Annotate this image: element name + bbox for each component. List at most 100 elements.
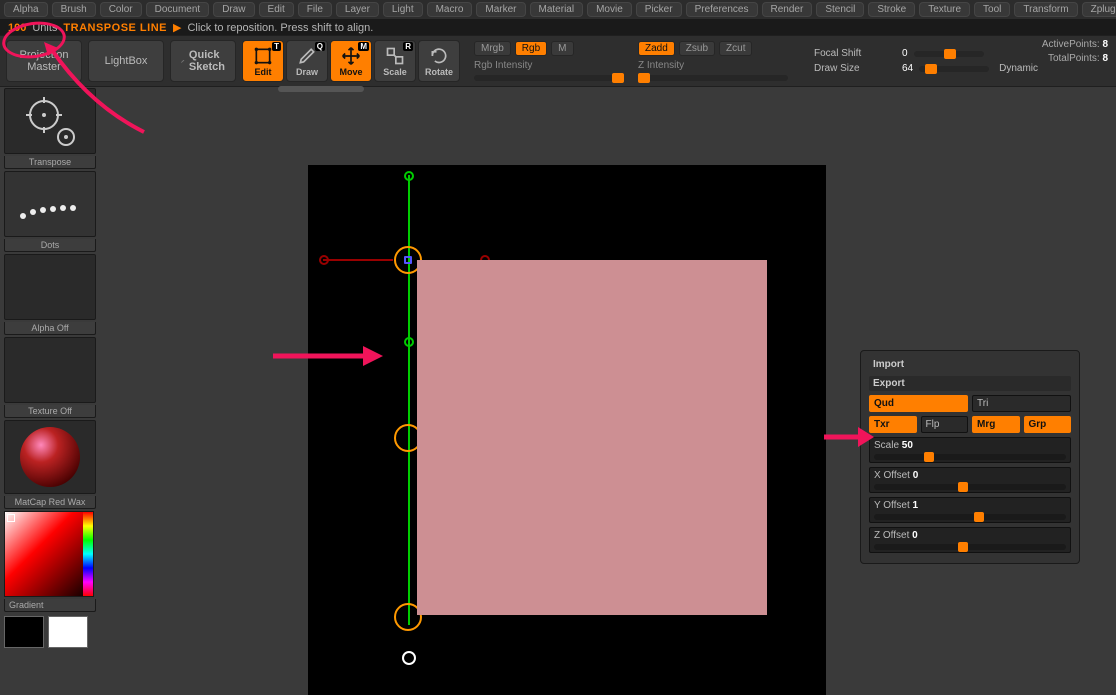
menu-zplugin[interactable]: Zplugin	[1082, 2, 1116, 17]
swatch-black[interactable]	[4, 616, 44, 648]
draw-size-slider[interactable]	[919, 66, 989, 72]
mrgb-chip[interactable]: Mrgb	[474, 41, 511, 56]
move-mode-button[interactable]: MoveM	[330, 40, 372, 82]
draw-size-thumb[interactable]	[925, 64, 937, 74]
draw-mode-button[interactable]: DrawQ	[286, 40, 328, 82]
status-arrow-icon: ▶	[173, 21, 181, 34]
menu-brush[interactable]: Brush	[52, 2, 96, 17]
flp-toggle[interactable]: Flp	[921, 416, 969, 433]
color-picker[interactable]	[4, 511, 94, 597]
menu-transform[interactable]: Transform	[1014, 2, 1077, 17]
y-offset-label: Y Offset	[874, 500, 910, 511]
alpha-slot[interactable]	[4, 254, 96, 320]
quick-sketch-label: Quick Sketch	[189, 49, 225, 73]
z-intensity-thumb[interactable]	[638, 73, 650, 83]
mesh-plane[interactable]	[417, 260, 767, 615]
menu-alpha[interactable]: Alpha	[4, 2, 48, 17]
import-header[interactable]: Import	[869, 357, 1071, 372]
quick-sketch-button[interactable]: Quick Sketch	[170, 40, 236, 82]
menu-file[interactable]: File	[298, 2, 332, 17]
export-header[interactable]: Export	[869, 376, 1071, 391]
z-offset-value: 0	[912, 530, 918, 541]
annotation-arrow-1	[44, 42, 164, 142]
viewport[interactable]	[308, 165, 826, 695]
menu-stencil[interactable]: Stencil	[816, 2, 864, 17]
menu-macro[interactable]: Macro	[427, 2, 473, 17]
menu-texture[interactable]: Texture	[919, 2, 970, 17]
tri-toggle[interactable]: Tri	[972, 395, 1071, 412]
rgb-block: Mrgb Rgb M Rgb Intensity	[474, 41, 624, 81]
menu-color[interactable]: Color	[100, 2, 142, 17]
scale-label: Scale	[874, 440, 899, 451]
toolbar-scrollbar[interactable]	[278, 86, 364, 92]
zsub-chip[interactable]: Zsub	[679, 41, 715, 56]
qud-toggle[interactable]: Qud	[869, 395, 968, 412]
edit-mode-button[interactable]: EditT	[242, 40, 284, 82]
draw-label: Draw	[296, 67, 318, 77]
menu-preferences[interactable]: Preferences	[686, 2, 758, 17]
import-export-panel[interactable]: Import Export Qud Tri Txr Flp Mrg Grp Sc…	[860, 350, 1080, 564]
matcap-label: MatCap Red Wax	[4, 496, 96, 509]
menu-draw[interactable]: Draw	[213, 2, 254, 17]
rgb-intensity-slider[interactable]	[474, 75, 624, 81]
menu-layer[interactable]: Layer	[336, 2, 379, 17]
status-line: 100 Units TRANSPOSE LINE▶ Click to repos…	[0, 19, 1116, 35]
focal-shift-slider[interactable]	[914, 51, 984, 57]
scale-label: Scale	[383, 67, 407, 77]
x-offset-label: X Offset	[874, 470, 910, 481]
scale-mode-button[interactable]: Scale R	[374, 40, 416, 82]
scale-field[interactable]: Scale 50	[869, 437, 1071, 463]
x-offset-value: 0	[913, 470, 919, 481]
edit-icon	[253, 46, 273, 66]
menu-light[interactable]: Light	[383, 2, 423, 17]
menu-document[interactable]: Document	[146, 2, 210, 17]
focal-shift-thumb[interactable]	[944, 49, 956, 59]
menu-picker[interactable]: Picker	[636, 2, 682, 17]
menu-edit[interactable]: Edit	[259, 2, 294, 17]
z-offset-field[interactable]: Z Offset 0	[869, 527, 1071, 553]
menu-render[interactable]: Render	[762, 2, 813, 17]
txr-toggle[interactable]: Txr	[869, 416, 917, 433]
y-offset-field[interactable]: Y Offset 1	[869, 497, 1071, 523]
annotation-arrow-3	[824, 422, 874, 452]
m-chip[interactable]: M	[551, 41, 573, 56]
z-intensity-slider[interactable]	[638, 75, 788, 81]
rotate-icon	[429, 46, 449, 66]
rgb-intensity-thumb[interactable]	[612, 73, 624, 83]
left-palette: Transpose Dots Alpha Off Texture Off Mat…	[4, 88, 96, 648]
menu-movie[interactable]: Movie	[587, 2, 632, 17]
grp-toggle[interactable]: Grp	[1024, 416, 1072, 433]
origin-marker-icon	[404, 256, 412, 264]
transpose-title: TRANSPOSE LINE	[63, 22, 167, 34]
scale-shortcut: R	[403, 42, 413, 51]
zadd-chip[interactable]: Zadd	[638, 41, 675, 56]
focal-shift-value: 0	[902, 48, 908, 59]
dots-label: Dots	[4, 239, 96, 252]
alpha-off-label: Alpha Off	[4, 322, 96, 335]
mrg-toggle[interactable]: Mrg	[972, 416, 1020, 433]
axis-red-end-icon	[319, 255, 329, 265]
rgb-intensity-label: Rgb Intensity	[474, 60, 532, 71]
x-offset-field[interactable]: X Offset 0	[869, 467, 1071, 493]
floor-ring-icon	[402, 651, 416, 665]
menu-stroke[interactable]: Stroke	[868, 2, 915, 17]
dots-icon	[15, 184, 85, 224]
y-offset-value: 1	[913, 500, 919, 511]
material-slot[interactable]	[4, 420, 96, 494]
menu-marker[interactable]: Marker	[476, 2, 525, 17]
swatch-white[interactable]	[48, 616, 88, 648]
rgb-chip[interactable]: Rgb	[515, 41, 547, 56]
hue-strip[interactable]	[83, 512, 93, 596]
transpose-label: Transpose	[4, 156, 96, 169]
scale-value: 50	[902, 440, 913, 451]
texture-slot[interactable]	[4, 337, 96, 403]
gradient-label: Gradient	[4, 599, 96, 612]
menu-tool[interactable]: Tool	[974, 2, 1010, 17]
rotate-mode-button[interactable]: Rotate	[418, 40, 460, 82]
zcut-chip[interactable]: Zcut	[719, 41, 752, 56]
z-block: Zadd Zsub Zcut Z Intensity	[638, 41, 788, 81]
annotation-arrow-2	[273, 336, 383, 376]
menu-material[interactable]: Material	[530, 2, 584, 17]
stroke-slot[interactable]	[4, 171, 96, 237]
mode-button-group: EditTDrawQMoveM Scale R Rotate	[242, 40, 460, 82]
